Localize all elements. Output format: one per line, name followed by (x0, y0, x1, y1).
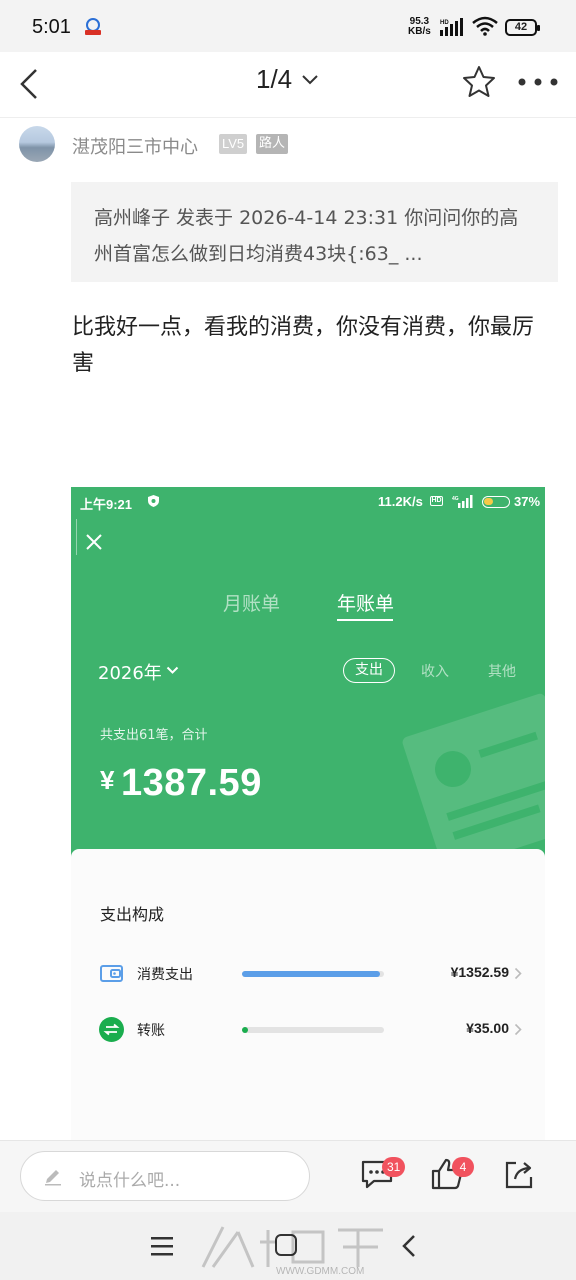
status-time: 5:01 (32, 16, 71, 38)
chevron-right-icon (514, 967, 522, 980)
embedded-net-speed: 11.2K/s (378, 494, 423, 509)
embedded-screenshot[interactable]: 上午9:21 11.2K/s HD 4G 37% 月账单 年账单 2026年 支… (71, 487, 545, 1142)
filter-other[interactable]: 其他 (488, 661, 516, 681)
back-arrow-icon[interactable] (14, 64, 46, 104)
action-bar: 说点什么吧... 31 4 (0, 1140, 576, 1212)
wifi-icon (472, 16, 498, 36)
level-badge: LV5 (219, 134, 248, 154)
site-watermark-logo (201, 1226, 383, 1268)
more-options-icon[interactable] (518, 78, 558, 86)
embedded-signal-icon: 4G (452, 495, 473, 508)
tab-monthly-bill[interactable]: 月账单 (223, 589, 280, 616)
post-body: 比我好一点，看我的消费，你没有消费，你最厉害 (72, 315, 535, 376)
category-bar-track (242, 1027, 384, 1033)
network-speed: 95.3 KB/s (408, 16, 431, 37)
filter-income[interactable]: 收入 (421, 661, 449, 681)
year-selector[interactable]: 2026年 (98, 659, 162, 685)
cell-signal-icon: HD (440, 18, 463, 36)
svg-text:4G: 4G (452, 496, 459, 502)
category-row-consumption[interactable]: 消费支出 ¥1352.59 (71, 961, 545, 989)
active-tab-indicator (337, 619, 393, 621)
wallet-icon (100, 965, 123, 982)
divider (76, 519, 77, 555)
embedded-status-bar: 上午9:21 11.2K/s HD 4G 37% (71, 487, 545, 515)
favorite-star-icon[interactable] (460, 64, 498, 100)
embedded-battery-percent: 37% (514, 494, 541, 509)
category-bar-fill (242, 971, 381, 977)
share-icon[interactable] (502, 1157, 536, 1191)
shield-icon (148, 495, 159, 507)
system-back-icon[interactable] (401, 1234, 417, 1258)
category-label: 转账 (137, 1023, 165, 1039)
battery-icon: 42 (505, 19, 540, 36)
embedded-battery-icon (482, 496, 510, 508)
category-bar-track (242, 971, 384, 977)
category-bar-fill (242, 1027, 248, 1033)
hd-icon: HD (430, 496, 443, 506)
author-name[interactable]: 湛茂阳三市中心 (72, 133, 198, 159)
category-value: ¥35.00 (466, 1020, 509, 1036)
watermark-url: WWW.GDMM.COM (276, 1266, 365, 1277)
status-bar: 5:01 95.3 KB/s HD 42 (0, 0, 576, 52)
category-value: ¥1352.59 (450, 964, 509, 980)
transfer-icon (99, 1017, 124, 1042)
breakdown-title: 支出构成 (100, 905, 165, 924)
comment-count-badge: 31 (382, 1157, 406, 1177)
chevron-down-icon[interactable] (301, 74, 319, 86)
filter-expense[interactable]: 支出 (343, 658, 395, 683)
svg-text:HD: HD (440, 20, 449, 26)
category-row-transfer[interactable]: 转账 ¥35.00 (71, 1017, 545, 1045)
quoted-reply[interactable]: 高州峰子 发表于 2026-4-14 23:31 你问问你的高州首富怎么做到日均… (71, 182, 558, 282)
total-amount: ¥1387.59 (100, 762, 262, 804)
page-indicator[interactable]: 1/4 (256, 64, 292, 95)
chevron-down-icon[interactable] (166, 666, 179, 675)
pencil-icon (45, 1170, 61, 1186)
expense-breakdown-card: 支出构成 消费支出 ¥1352.59 转账 ¥35.00 (71, 849, 545, 1142)
comment-placeholder: 说点什么吧... (79, 1171, 181, 1191)
like-count-badge: 4 (452, 1157, 474, 1177)
app-notification-icon (85, 18, 101, 35)
chevron-right-icon (514, 1023, 522, 1036)
top-navigation: 1/4 (0, 52, 576, 118)
role-badge: 路人 (256, 134, 289, 154)
author-avatar[interactable] (19, 126, 55, 162)
comment-input[interactable]: 说点什么吧... (20, 1151, 310, 1201)
embedded-time: 上午9:21 (80, 497, 133, 512)
close-icon[interactable] (85, 533, 103, 551)
expense-summary: 共支出61笔，合计 (100, 728, 208, 743)
tab-yearly-bill[interactable]: 年账单 (337, 589, 394, 616)
menu-icon[interactable] (151, 1236, 173, 1256)
category-label: 消费支出 (137, 967, 193, 983)
